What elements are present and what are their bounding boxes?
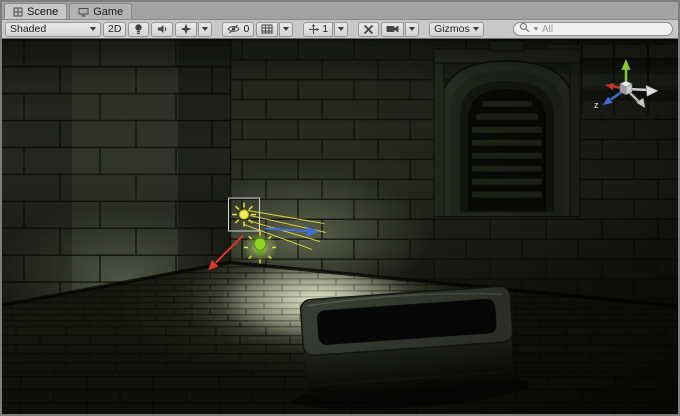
- gizmos-label: Gizmos: [434, 23, 470, 35]
- chevron-down-icon: [409, 27, 415, 31]
- chevron-down-icon: [90, 27, 96, 31]
- magnifier-icon: [519, 22, 530, 36]
- scene-effects-button[interactable]: [175, 22, 197, 37]
- scene-lighting-button[interactable]: [128, 22, 149, 37]
- sparkle-star-icon: [180, 23, 192, 35]
- tab-game-label: Game: [93, 6, 123, 18]
- snap-increment-value: 1: [322, 23, 328, 35]
- camera-icon: [386, 24, 399, 34]
- scene-viewport[interactable]: z: [2, 39, 678, 414]
- chevron-down-icon: [473, 27, 479, 31]
- dungeon-room: [2, 39, 678, 414]
- tab-scene[interactable]: Scene: [4, 3, 67, 19]
- grid-visibility-button[interactable]: [256, 22, 278, 37]
- toggle-2d-label: 2D: [108, 23, 121, 35]
- sun-icon: [232, 203, 256, 227]
- camera-settings-button[interactable]: [381, 22, 404, 37]
- scene-toolbar: Shaded 2D 0: [2, 20, 678, 39]
- light-bulb-icon: [133, 23, 144, 35]
- tab-strip: Scene Game: [2, 2, 678, 20]
- grid-icon: [261, 24, 273, 34]
- gizmos-dropdown[interactable]: Gizmos: [429, 22, 484, 37]
- scene-tab-icon: [13, 7, 23, 17]
- scene-view-window: Scene Game Shaded 2D: [0, 0, 680, 416]
- editor-tools-button[interactable]: [358, 22, 379, 37]
- scene-audio-button[interactable]: [151, 22, 173, 37]
- chevron-down-icon: [338, 27, 344, 31]
- axis-z-label: z: [594, 100, 599, 110]
- snap-increment-button[interactable]: 1: [303, 22, 333, 37]
- snap-increment-dropdown[interactable]: [334, 22, 348, 37]
- toggle-2d-button[interactable]: 2D: [103, 22, 126, 37]
- hidden-objects-count: 0: [243, 23, 249, 35]
- search-input[interactable]: [542, 24, 674, 35]
- chevron-down-icon: [202, 27, 208, 31]
- gizmo-center-cube[interactable]: [620, 81, 632, 95]
- scene-effects-dropdown[interactable]: [198, 22, 212, 37]
- crossed-tools-icon: [363, 24, 374, 35]
- scene-visibility-button[interactable]: 0: [222, 22, 254, 37]
- move-cross-icon: [308, 24, 319, 35]
- bulb-icon: [254, 238, 266, 250]
- draw-mode-label: Shaded: [10, 23, 46, 35]
- scene-viewport-wrap: z: [2, 39, 678, 414]
- chevron-down-icon: [283, 27, 289, 31]
- scene-search-field[interactable]: [513, 22, 673, 36]
- eye-crossed-icon: [227, 24, 240, 34]
- speaker-icon: [156, 23, 168, 35]
- game-tab-icon: [78, 7, 89, 17]
- draw-mode-dropdown[interactable]: Shaded: [5, 22, 101, 37]
- camera-settings-dropdown[interactable]: [405, 22, 419, 37]
- grid-visibility-dropdown[interactable]: [279, 22, 293, 37]
- search-filter-chevron-icon: [534, 27, 539, 30]
- tab-game[interactable]: Game: [69, 3, 132, 19]
- tab-scene-label: Scene: [27, 6, 58, 18]
